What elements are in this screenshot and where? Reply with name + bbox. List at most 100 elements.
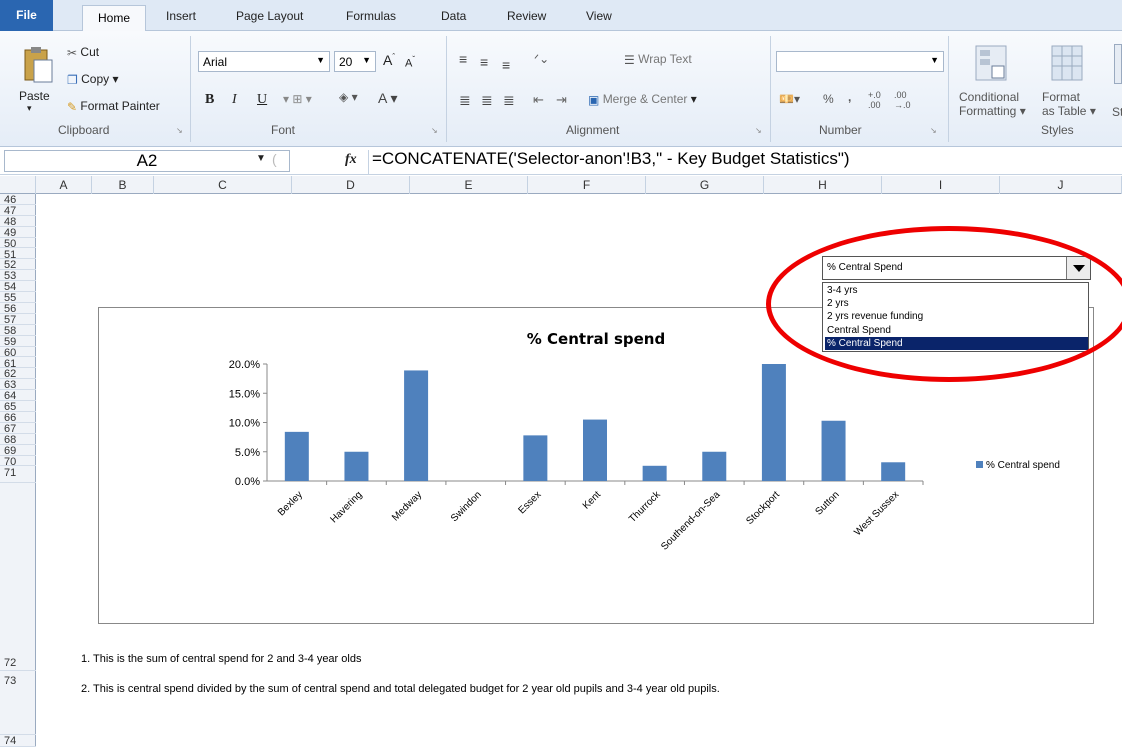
row-header[interactable]: 55 [0, 292, 36, 304]
row-header[interactable]: 53 [0, 270, 36, 282]
wrap-text-button[interactable]: ☰ Wrap Text [624, 52, 692, 67]
row-header[interactable]: 67 [0, 423, 36, 435]
paste-button[interactable]: Paste [19, 89, 50, 103]
increase-indent-icon[interactable]: ⇥ [556, 92, 567, 108]
format-as-table-button[interactable]: Format as Table ▾ [1042, 90, 1096, 118]
copy-button[interactable]: ❐ Copy ▾ [67, 72, 119, 87]
row-header[interactable]: 51 [0, 249, 36, 261]
row-header[interactable]: 52 [0, 259, 36, 271]
row-header[interactable]: 54 [0, 281, 36, 293]
name-box[interactable]: A2 [4, 150, 290, 172]
row-header[interactable]: 56 [0, 303, 36, 315]
row-header[interactable]: 58 [0, 325, 36, 337]
row-header[interactable]: 57 [0, 314, 36, 326]
tab-insert[interactable]: Insert [166, 9, 196, 23]
column-header[interactable]: G [646, 176, 764, 194]
column-header[interactable]: H [764, 176, 882, 194]
align-bottom-icon[interactable]: ≡ [502, 57, 510, 73]
row-header[interactable]: 72 [0, 653, 36, 671]
column-header[interactable]: J [1000, 176, 1122, 194]
font-size-select[interactable]: 20 ▼ [334, 51, 376, 72]
row-header[interactable]: 70 [0, 456, 36, 468]
tab-view[interactable]: View [586, 9, 612, 23]
conditional-formatting-icon[interactable] [974, 44, 1008, 84]
legend-swatch [976, 461, 983, 468]
x-tick-label: Kent [581, 489, 603, 511]
column-header[interactable]: B [92, 176, 154, 194]
row-header[interactable]: 60 [0, 347, 36, 359]
column-header[interactable]: A [36, 176, 92, 194]
row-header[interactable]: 69 [0, 445, 36, 457]
paste-icon[interactable] [22, 46, 54, 86]
conditional-formatting-button[interactable]: Conditional Formatting ▾ [959, 90, 1026, 118]
row-header[interactable]: 62 [0, 368, 36, 380]
clipboard-launcher-icon[interactable]: ↘ [176, 126, 183, 135]
column-header[interactable]: C [154, 176, 292, 194]
align-center-icon[interactable]: ≣ [481, 92, 493, 109]
column-header[interactable]: D [292, 176, 410, 194]
row-header[interactable]: 66 [0, 412, 36, 424]
align-left-icon[interactable]: ≣ [459, 92, 471, 109]
alignment-launcher-icon[interactable]: ↘ [755, 126, 762, 135]
percent-button[interactable]: % [823, 92, 834, 106]
row-header[interactable]: 64 [0, 390, 36, 402]
tab-review[interactable]: Review [507, 9, 546, 23]
number-launcher-icon[interactable]: ↘ [930, 126, 937, 135]
row-header[interactable]: 49 [0, 227, 36, 239]
chevron-down-icon[interactable]: ▼ [256, 153, 266, 164]
tab-formulas[interactable]: Formulas [346, 9, 396, 23]
insert-function-icon[interactable]: fx [345, 152, 357, 168]
tab-data[interactable]: Data [441, 9, 466, 23]
border-icon[interactable]: ▾ ⊞ ▾ [283, 92, 312, 106]
row-header[interactable]: 50 [0, 238, 36, 250]
format-painter-button[interactable]: ✎ Format Painter [67, 99, 160, 114]
tab-file[interactable]: File [0, 0, 53, 31]
cut-label: Cut [80, 45, 100, 59]
row-header[interactable]: 68 [0, 434, 36, 446]
row-header[interactable]: 65 [0, 401, 36, 413]
fill-color-icon[interactable]: ◈ ▾ [339, 90, 358, 104]
italic-icon[interactable]: I [232, 92, 237, 108]
font-launcher-icon[interactable]: ↘ [431, 126, 438, 135]
cell-styles-icon[interactable] [1114, 44, 1122, 84]
row-header[interactable]: 48 [0, 216, 36, 228]
row-header[interactable]: 71 [0, 467, 36, 483]
orientation-icon[interactable]: ᐟ⌄ [534, 52, 549, 66]
increase-decimal-icon[interactable]: +.0.00 [868, 90, 881, 110]
row-header[interactable]: 61 [0, 358, 36, 370]
align-right-icon[interactable]: ≣ [503, 92, 515, 109]
format-as-table-icon[interactable] [1050, 44, 1084, 84]
row-header[interactable]: 63 [0, 379, 36, 391]
align-middle-icon[interactable]: ≡ [480, 54, 488, 70]
number-format-select[interactable]: ▼ [776, 51, 944, 72]
tab-page-layout[interactable]: Page Layout [236, 9, 303, 23]
cut-button[interactable]: ✂ Cut [67, 45, 99, 60]
comma-button[interactable]: , [848, 90, 851, 104]
decrease-indent-icon[interactable]: ⇤ [533, 92, 544, 108]
select-all-corner[interactable] [0, 176, 36, 194]
merge-center-button[interactable]: ▣ Merge & Center ▾ [588, 92, 697, 107]
formula-input[interactable]: =CONCATENATE('Selector-anon'!B3," - Key … [372, 149, 850, 169]
column-header[interactable]: I [882, 176, 1000, 194]
accounting-icon[interactable]: 💴▾ [779, 92, 800, 106]
bold-icon[interactable]: B [205, 92, 214, 108]
cell-styles-button[interactable]: St [1112, 105, 1122, 119]
paste-dropdown-icon[interactable]: ▾ [27, 103, 32, 114]
row-header[interactable]: 46 [0, 194, 36, 206]
grow-font-icon[interactable]: Aˆ [383, 52, 395, 68]
row-header[interactable]: 74 [0, 735, 36, 747]
underline-icon[interactable]: U [257, 92, 267, 108]
tab-home[interactable]: Home [82, 5, 146, 32]
row-header[interactable]: 47 [0, 205, 36, 217]
row-header[interactable]: 73 [0, 671, 36, 735]
font-name-select[interactable]: Arial ▼ [198, 51, 330, 72]
font-color-icon[interactable]: A ▾ [378, 90, 397, 107]
decrease-decimal-icon[interactable]: .00 →.0 [894, 90, 911, 110]
shrink-font-icon[interactable]: Aˇ [405, 55, 415, 70]
column-header[interactable]: F [528, 176, 646, 194]
align-top-icon[interactable]: ≡ [459, 51, 467, 67]
row-header[interactable]: 59 [0, 336, 36, 348]
column-header[interactable]: E [410, 176, 528, 194]
x-tick-label: Medway [390, 489, 424, 523]
note-2: 2. This is central spend divided by the … [81, 683, 720, 695]
